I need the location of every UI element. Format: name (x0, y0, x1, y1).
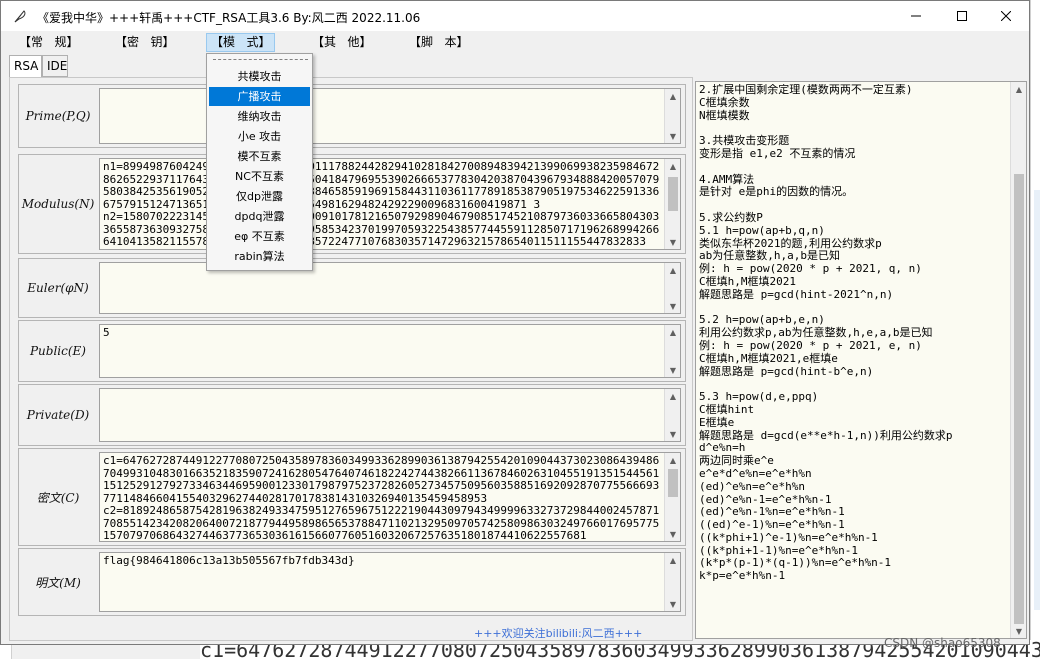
maximize-icon (957, 11, 967, 21)
feather-icon (14, 10, 26, 23)
public-label: Public(E) (29, 344, 86, 358)
scroll-up-icon[interactable]: ▲ (665, 553, 680, 567)
prime-row: Prime(P,Q) ▲ ▼ (18, 84, 686, 148)
title-bar: 《爱我中华》+++轩禹+++CTF_RSA工具3.6 By:风二西 2022.1… (1, 1, 1029, 31)
prime-field[interactable]: ▲ ▼ (99, 88, 681, 144)
menu-bar: 【常 规】 【密 钥】 【模 式】 【其 他】 【脚 本】 (1, 31, 1029, 53)
footer-credit: +++欢迎关注bilibili:风二西+++ (474, 627, 643, 640)
public-field[interactable]: 5 ▲ ▼ (99, 324, 681, 378)
scroll-down-icon[interactable]: ▼ (665, 299, 680, 313)
menu-script[interactable]: 【脚 本】 (405, 33, 472, 52)
scroll-up-icon[interactable]: ▲ (665, 325, 680, 339)
public-row: Public(E) 5 ▲ ▼ (18, 320, 686, 382)
mode-wiener[interactable]: 维纳攻击 (209, 107, 310, 126)
modulus-row: Modulus(N) n1=89949876042493708138267425… (18, 154, 686, 254)
cipher-field[interactable]: c1=6476272874491227708072504358978360349… (99, 452, 681, 542)
scroll-down-icon[interactable]: ▼ (665, 427, 680, 441)
background-scroll-strip (1034, 190, 1040, 610)
mode-nc-not-coprime[interactable]: NC不互素 (209, 167, 310, 186)
private-field[interactable]: ▲ ▼ (99, 388, 681, 442)
public-scrollbar[interactable]: ▲ ▼ (664, 325, 680, 377)
scroll-thumb[interactable] (1014, 174, 1024, 624)
plain-field[interactable]: flag{984641806c13a13b505567fb7fdb343d} ▲… (99, 552, 681, 612)
scroll-down-icon[interactable]: ▼ (1011, 624, 1026, 638)
mode-broadcast[interactable]: 广播攻击 (209, 87, 310, 106)
mode-modulus-not-coprime[interactable]: 模不互素 (209, 147, 310, 166)
minimize-button[interactable] (893, 1, 939, 31)
modulus-scrollbar[interactable]: ▲ ▼ (664, 159, 680, 249)
mode-rabin[interactable]: rabin算法 (209, 247, 310, 266)
menu-general[interactable]: 【常 规】 (15, 33, 82, 52)
cipher-label: 密文(C) (36, 490, 80, 505)
scroll-down-icon[interactable]: ▼ (665, 597, 680, 611)
background-editor-right (1030, 0, 1040, 659)
cipher-row: 密文(C) c1=6476272874491227708072504358978… (18, 448, 686, 546)
tab-ide[interactable]: IDE (42, 55, 68, 77)
scroll-down-icon[interactable]: ▼ (665, 527, 680, 541)
plain-value: flag{984641806c13a13b505567fb7fdb343d} (103, 555, 355, 567)
menu-other[interactable]: 【其 他】 (308, 33, 375, 52)
scroll-down-icon[interactable]: ▼ (665, 363, 680, 377)
tab-rsa[interactable]: RSA (9, 55, 42, 78)
plain-row: 明文(M) flag{984641806c13a13b505567fb7fdb3… (18, 548, 686, 616)
scroll-thumb[interactable] (668, 177, 678, 211)
private-label: Private(D) (26, 408, 90, 422)
private-row: Private(D) ▲ ▼ (18, 384, 686, 446)
scroll-thumb[interactable] (668, 469, 678, 497)
euler-row: Euler(φN) ▲ ▼ (18, 258, 686, 318)
euler-scrollbar[interactable]: ▲ ▼ (664, 263, 680, 313)
mode-dp-leak[interactable]: 仅dp泄露 (209, 187, 310, 206)
notes-text: 2.扩展中国剩余定理(模数两两不一定互素) C框填余数 N框填模数 3.共模攻击… (699, 84, 953, 583)
cipher-value: c1=6476272874491227708072504358978360349… (103, 455, 660, 542)
private-scrollbar[interactable]: ▲ ▼ (664, 389, 680, 441)
prime-label: Prime(P,Q) (25, 109, 91, 123)
tearoff-line[interactable] (213, 59, 308, 60)
rsa-panel: Prime(P,Q) ▲ ▼ Modulus(N) n1=89949876042… (9, 77, 693, 641)
app-window: 《爱我中华》+++轩禹+++CTF_RSA工具3.6 By:风二西 2022.1… (0, 0, 1030, 645)
scroll-up-icon[interactable]: ▲ (1011, 82, 1026, 96)
plain-label: 明文(M) (35, 575, 81, 590)
scroll-up-icon[interactable]: ▲ (665, 453, 680, 467)
menu-mode[interactable]: 【模 式】 (206, 33, 276, 52)
euler-label: Euler(φN) (27, 281, 89, 295)
modulus-label: Modulus(N) (21, 197, 95, 211)
scroll-up-icon[interactable]: ▲ (665, 389, 680, 403)
maximize-button[interactable] (939, 1, 985, 31)
plain-scrollbar[interactable]: ▲ ▼ (664, 553, 680, 611)
scroll-down-icon[interactable]: ▼ (665, 235, 680, 249)
notes-scrollbar[interactable]: ▲ ▼ (1010, 82, 1026, 638)
watermark: CSDN @shao65308 (884, 636, 1001, 650)
cipher-scrollbar[interactable]: ▲ ▼ (664, 453, 680, 541)
scroll-up-icon[interactable]: ▲ (665, 89, 680, 103)
scroll-up-icon[interactable]: ▲ (665, 263, 680, 277)
mode-dpdq-leak[interactable]: dpdq泄露 (209, 207, 310, 226)
menu-keys[interactable]: 【密 钥】 (111, 33, 178, 52)
prime-scrollbar[interactable]: ▲ ▼ (664, 89, 680, 143)
notes-panel[interactable]: 2.扩展中国剩余定理(模数两两不一定互素) C框填余数 N框填模数 3.共模攻击… (695, 81, 1027, 639)
mode-common-modulus[interactable]: 共模攻击 (209, 67, 310, 86)
euler-field[interactable]: ▲ ▼ (99, 262, 681, 314)
mode-small-e[interactable]: 小e 攻击 (209, 127, 310, 146)
scroll-down-icon[interactable]: ▼ (665, 129, 680, 143)
window-title: 《爱我中华》+++轩禹+++CTF_RSA工具3.6 By:风二西 2022.1… (37, 11, 421, 25)
close-icon (1001, 11, 1011, 21)
close-button[interactable] (983, 1, 1029, 31)
modulus-field[interactable]: n1=8994987604249370813826742551011178824… (99, 158, 681, 250)
mode-e-phi-not-coprime[interactable]: eφ 不互素 (209, 227, 310, 246)
public-value: 5 (103, 327, 110, 339)
scroll-up-icon[interactable]: ▲ (665, 159, 680, 173)
minimize-icon (911, 15, 921, 17)
mode-dropdown-menu: 共模攻击 广播攻击 维纳攻击 小e 攻击 模不互素 NC不互素 仅dp泄露 dp… (206, 53, 313, 271)
modulus-value: n1=8994987604249370813826742551011178824… (103, 161, 660, 248)
